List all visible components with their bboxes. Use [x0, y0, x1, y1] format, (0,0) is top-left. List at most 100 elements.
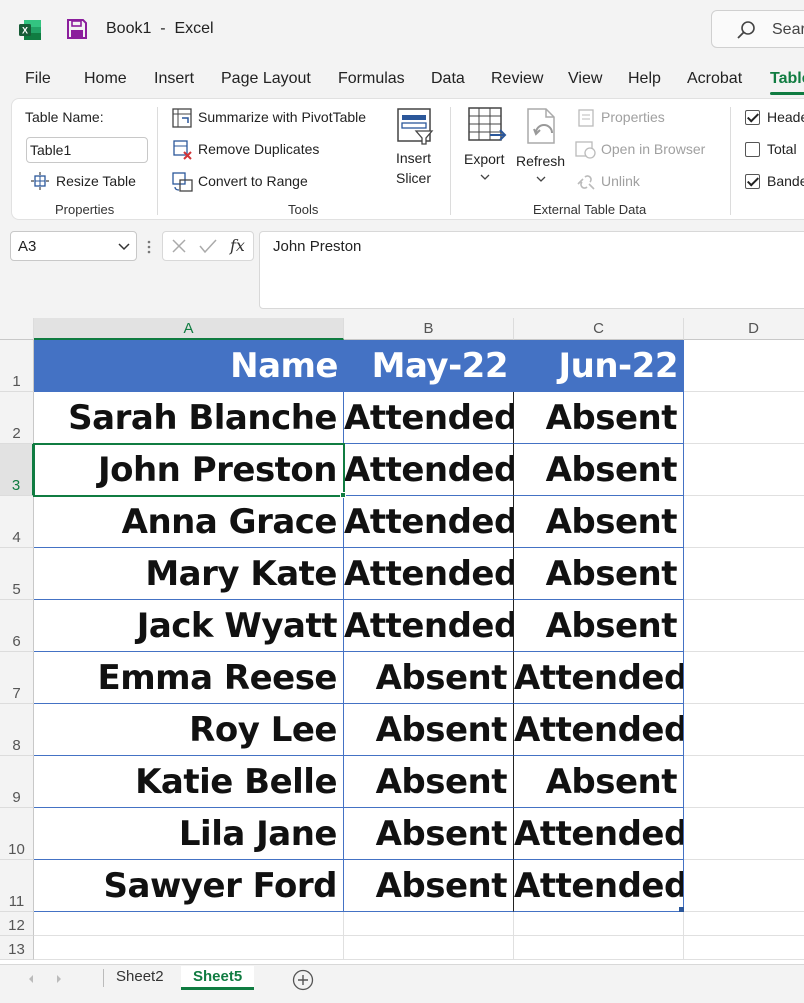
export-button[interactable]: Export [464, 151, 504, 167]
grid-cell[interactable] [684, 704, 804, 756]
table-cell[interactable]: Absent [514, 600, 684, 652]
table-cell[interactable]: Absent [514, 756, 684, 808]
table-cell[interactable]: Attended [344, 600, 514, 652]
sheet-tab-sheet5[interactable]: Sheet5 [181, 966, 255, 990]
open-in-browser-button[interactable]: Open in Browser [601, 141, 705, 157]
table-cell[interactable]: Absent [344, 756, 514, 808]
insert-slicer-label-2[interactable]: Slicer [396, 170, 431, 186]
table-cell[interactable]: Attended [344, 496, 514, 548]
table-cell[interactable]: John Preston [34, 444, 344, 496]
table-cell[interactable]: Anna Grace [34, 496, 344, 548]
table-cell[interactable]: Absent [514, 496, 684, 548]
enter-icon[interactable] [199, 238, 217, 254]
row-header-9[interactable]: 9 [0, 756, 34, 808]
row-header-2[interactable]: 2 [0, 392, 34, 444]
insert-slicer-label-1[interactable]: Insert [396, 150, 431, 166]
row-header-10[interactable]: 10 [0, 808, 34, 860]
summarize-pivot-button[interactable]: Summarize with PivotTable [198, 109, 366, 125]
menu-table[interactable]: Table [770, 70, 804, 95]
menu-formulas[interactable]: Formulas [338, 70, 405, 88]
row-header-11[interactable]: 11 [0, 860, 34, 912]
grid-cell[interactable] [34, 936, 344, 960]
refresh-button[interactable]: Refresh [516, 153, 565, 169]
table-name-input[interactable]: Table1 [26, 137, 148, 163]
table-cell[interactable]: Attended [344, 392, 514, 444]
table-cell[interactable]: Lila Jane [34, 808, 344, 860]
table-header-cell[interactable]: May-22 [344, 340, 514, 392]
menu-acrobat[interactable]: Acrobat [687, 70, 742, 88]
table-cell[interactable]: Attended [514, 808, 684, 860]
table-cell[interactable]: Katie Belle [34, 756, 344, 808]
grid-cell[interactable] [684, 936, 804, 960]
grid-cell[interactable] [684, 912, 804, 936]
cancel-icon[interactable] [171, 238, 187, 254]
row-header-1[interactable]: 1 [0, 340, 34, 392]
properties-button[interactable]: Properties [601, 109, 665, 125]
insert-function-icon[interactable]: fx [229, 236, 249, 256]
resize-table-button[interactable]: Resize Table [56, 173, 136, 189]
grid-cell[interactable] [684, 340, 804, 392]
formula-input[interactable]: John Preston [259, 231, 804, 309]
table-cell[interactable]: Attended [514, 704, 684, 756]
table-cell[interactable]: Roy Lee [34, 704, 344, 756]
menu-review[interactable]: Review [491, 70, 543, 88]
grid-cell[interactable] [684, 392, 804, 444]
row-header-6[interactable]: 6 [0, 600, 34, 652]
table-cell[interactable]: Attended [514, 652, 684, 704]
table-cell[interactable]: Absent [344, 808, 514, 860]
scroll-left-icon[interactable] [27, 974, 35, 984]
table-resize-handle[interactable] [679, 907, 684, 912]
table-cell[interactable]: Absent [514, 392, 684, 444]
table-cell[interactable]: Absent [514, 444, 684, 496]
grid-cell[interactable] [684, 756, 804, 808]
table-cell[interactable]: Attended [344, 444, 514, 496]
menu-file[interactable]: File [25, 70, 51, 88]
select-all-corner[interactable] [0, 318, 34, 340]
row-header-12[interactable]: 12 [0, 912, 34, 936]
grid-cell[interactable] [344, 936, 514, 960]
convert-to-range-button[interactable]: Convert to Range [198, 173, 308, 189]
grid-cell[interactable] [684, 652, 804, 704]
grid-cell[interactable] [514, 936, 684, 960]
column-header-b[interactable]: B [344, 318, 514, 340]
table-cell[interactable]: Sarah Blanche [34, 392, 344, 444]
menu-home[interactable]: Home [84, 70, 127, 88]
menu-page-layout[interactable]: Page Layout [221, 70, 311, 88]
column-header-c[interactable]: C [514, 318, 684, 340]
chevron-down-icon[interactable] [118, 240, 130, 252]
grid-cell[interactable] [514, 912, 684, 936]
unlink-button[interactable]: Unlink [601, 173, 640, 189]
table-cell[interactable]: Jack Wyatt [34, 600, 344, 652]
row-header-8[interactable]: 8 [0, 704, 34, 756]
table-cell[interactable]: Absent [344, 652, 514, 704]
table-cell[interactable]: Sawyer Ford [34, 860, 344, 912]
name-box[interactable]: A3 [10, 231, 137, 261]
grid-cell[interactable] [684, 600, 804, 652]
scroll-right-icon[interactable] [55, 974, 63, 984]
save-icon[interactable] [66, 18, 88, 40]
grid-cell[interactable] [34, 912, 344, 936]
table-cell[interactable]: Attended [514, 860, 684, 912]
menu-data[interactable]: Data [431, 70, 465, 88]
total-row-checkbox[interactable] [745, 142, 760, 157]
banded-rows-checkbox[interactable] [745, 174, 760, 189]
row-header-5[interactable]: 5 [0, 548, 34, 600]
menu-insert[interactable]: Insert [154, 70, 194, 88]
table-cell[interactable]: Absent [514, 548, 684, 600]
grid-cell[interactable] [344, 912, 514, 936]
spreadsheet-grid[interactable]: A B C D 1 2 3 4 5 6 7 8 9 10 11 12 13 Name May-22 Jun-2… [0, 318, 804, 964]
menu-help[interactable]: Help [628, 70, 661, 88]
table-header-cell[interactable]: Jun-22 [514, 340, 684, 392]
export-dropdown-icon[interactable] [480, 173, 490, 181]
table-cell[interactable]: Mary Kate [34, 548, 344, 600]
menu-view[interactable]: View [568, 70, 602, 88]
refresh-dropdown-icon[interactable] [536, 175, 546, 183]
grid-cell[interactable] [684, 444, 804, 496]
row-header-3[interactable]: 3 [0, 444, 34, 496]
column-header-d[interactable]: D [684, 318, 804, 340]
row-header-7[interactable]: 7 [0, 652, 34, 704]
table-cell[interactable]: Absent [344, 704, 514, 756]
row-header-4[interactable]: 4 [0, 496, 34, 548]
grid-cell[interactable] [684, 548, 804, 600]
fill-handle[interactable] [340, 492, 346, 498]
